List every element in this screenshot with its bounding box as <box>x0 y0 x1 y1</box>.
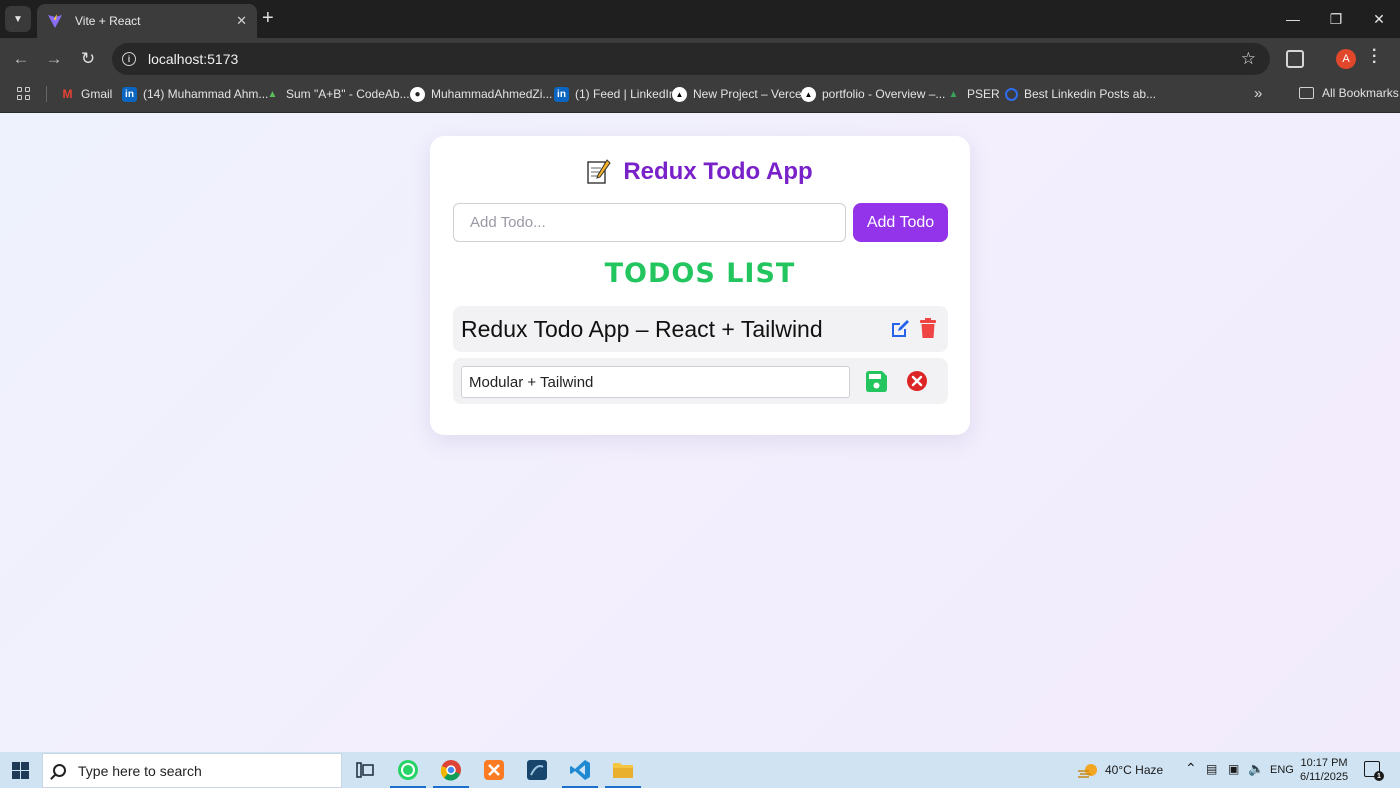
language-indicator[interactable]: ENG <box>1270 764 1294 776</box>
tab-search-button[interactable]: ▼ <box>5 6 31 32</box>
folder-icon <box>1299 87 1314 99</box>
bookmark-linkedin-posts[interactable]: Best Linkedin Posts ab... <box>1005 86 1156 102</box>
browser-toolbar: ← → ↻ i localhost:5173 ☆ A · · · <box>0 38 1400 80</box>
extensions-icon[interactable] <box>1286 50 1304 68</box>
bookmark-pser[interactable]: ▲ PSER <box>946 86 1000 102</box>
file-explorer-icon[interactable] <box>605 756 641 788</box>
search-icon <box>53 764 66 777</box>
windows-taskbar: Type here to search 40°C Haze ⌃ ▤ ▣ 🔈 EN… <box>0 752 1400 788</box>
site-info-icon[interactable]: i <box>122 52 136 66</box>
chevron-up-icon[interactable]: ⌃ <box>1185 760 1197 777</box>
edit-todo-input[interactable] <box>461 366 850 398</box>
page-background: Redux Todo App Add Todo TODOS LIST Redux… <box>0 113 1400 752</box>
browser-titlebar: ▼ Vite + React ✕ + — ❐ ✕ <box>0 0 1400 38</box>
github-icon: ● <box>410 86 425 102</box>
notification-center-icon[interactable]: 1 <box>1364 761 1384 781</box>
edit-todo-button[interactable] <box>889 317 911 339</box>
todo-item-editing <box>453 358 948 404</box>
bookmark-vercel-portfolio[interactable]: ▲ portfolio - Overview –... <box>801 86 945 102</box>
bookmark-label: (14) Muhammad Ahm... <box>143 87 269 101</box>
globe-icon <box>1005 87 1018 101</box>
task-view-icon[interactable] <box>350 756 380 784</box>
bookmarks-divider <box>46 86 47 102</box>
close-window-button[interactable]: ✕ <box>1357 0 1400 38</box>
network-icon[interactable]: ▤ <box>1206 762 1217 776</box>
bookmark-label: (1) Feed | LinkedIn <box>575 87 676 101</box>
minimize-button[interactable]: — <box>1271 0 1315 38</box>
taskbar-search-box[interactable]: Type here to search <box>42 753 342 788</box>
save-icon <box>865 370 887 392</box>
bookmark-linkedin-profile[interactable]: in (14) Muhammad Ahm... <box>122 86 268 102</box>
taskbar-clock[interactable]: 10:17 PM 6/11/2025 <box>1300 756 1348 784</box>
windows-start-icon[interactable] <box>12 762 29 779</box>
volume-icon[interactable]: 🔈 <box>1248 761 1264 777</box>
clock-date: 6/11/2025 <box>1300 771 1349 783</box>
notification-count-badge: 1 <box>1374 771 1384 781</box>
memo-icon <box>587 159 611 184</box>
whatsapp-icon[interactable] <box>390 756 426 788</box>
bookmark-star-icon[interactable]: ☆ <box>1241 49 1256 69</box>
xampp-icon[interactable] <box>479 756 509 784</box>
reload-button[interactable]: ↻ <box>76 47 100 71</box>
restore-button[interactable]: ❐ <box>1314 0 1358 38</box>
weather-text[interactable]: 40°C Haze <box>1105 763 1163 777</box>
app-title-text: Redux Todo App <box>623 158 813 185</box>
app-title: Redux Todo App <box>430 158 970 186</box>
pser-icon: ▲ <box>948 88 959 100</box>
vite-logo-icon <box>48 14 62 28</box>
add-todo-input[interactable] <box>453 203 846 242</box>
all-bookmarks-button[interactable]: All Bookmarks <box>1299 86 1399 100</box>
save-todo-button[interactable] <box>865 370 887 392</box>
bookmark-github[interactable]: ● MuhammadAhmedZi... <box>410 86 552 102</box>
bookmark-label: portfolio - Overview –... <box>822 87 946 101</box>
profile-avatar[interactable]: A <box>1336 49 1356 69</box>
codeabbey-icon: ▲ <box>267 88 278 100</box>
forward-button[interactable]: → <box>42 47 66 71</box>
vercel-icon: ▲ <box>672 86 687 102</box>
linkedin-icon: in <box>554 86 569 102</box>
add-todo-button[interactable]: Add Todo <box>853 203 948 242</box>
display-icon[interactable]: ▣ <box>1228 762 1239 776</box>
bookmark-gmail[interactable]: M Gmail <box>60 86 113 102</box>
all-bookmarks-label: All Bookmarks <box>1322 86 1399 100</box>
edit-icon <box>891 319 909 337</box>
close-tab-icon[interactable]: ✕ <box>236 13 247 29</box>
new-tab-button[interactable]: + <box>262 8 274 28</box>
vercel-icon: ▲ <box>801 86 816 102</box>
back-button[interactable]: ← <box>9 47 33 71</box>
bookmark-label: Best Linkedin Posts ab... <box>1024 87 1157 101</box>
apps-grid-icon[interactable] <box>17 87 31 101</box>
todo-text: Redux Todo App – React + Tailwind <box>461 316 823 342</box>
bookmark-label: Sum "A+B" - CodeAb... <box>286 87 410 101</box>
clock-time: 10:17 PM <box>1300 757 1348 769</box>
gmail-icon: M <box>62 87 73 101</box>
close-circle-icon <box>907 371 927 391</box>
bookmark-linkedin-feed[interactable]: in (1) Feed | LinkedIn <box>554 86 676 102</box>
bookmark-label: MuhammadAhmedZi... <box>431 87 553 101</box>
todo-card: Redux Todo App Add Todo TODOS LIST Redux… <box>430 136 970 435</box>
address-bar[interactable]: i localhost:5173 ☆ <box>112 43 1270 75</box>
bookmark-vercel-new-project[interactable]: ▲ New Project – Vercel <box>672 86 804 102</box>
bookmark-label: New Project – Vercel <box>693 87 805 101</box>
browser-tab[interactable]: Vite + React ✕ <box>37 4 257 38</box>
trash-icon <box>920 318 936 338</box>
chrome-icon[interactable] <box>433 756 469 788</box>
tab-title: Vite + React <box>75 14 141 28</box>
bookmark-label: Gmail <box>81 87 113 101</box>
chevron-down-icon: ▼ <box>13 13 23 25</box>
taskbar-search-placeholder: Type here to search <box>78 762 202 779</box>
weather-icon[interactable] <box>1076 756 1100 784</box>
vscode-icon[interactable] <box>562 756 598 788</box>
delete-todo-button[interactable] <box>919 317 937 339</box>
todos-list-heading: TODOS LIST <box>604 258 796 289</box>
linkedin-icon: in <box>122 86 137 102</box>
more-bookmarks-icon[interactable]: » <box>1254 85 1262 102</box>
todo-item: Redux Todo App – React + Tailwind <box>453 306 948 352</box>
bookmark-label: PSER <box>967 87 1000 101</box>
address-url: localhost:5173 <box>148 51 239 67</box>
bookmark-codeabbey[interactable]: ▲ Sum "A+B" - CodeAb... <box>265 86 410 102</box>
browser-menu-icon[interactable]: · · · <box>1372 43 1377 71</box>
cancel-edit-button[interactable] <box>906 370 928 392</box>
mysql-workbench-icon[interactable] <box>522 756 552 784</box>
